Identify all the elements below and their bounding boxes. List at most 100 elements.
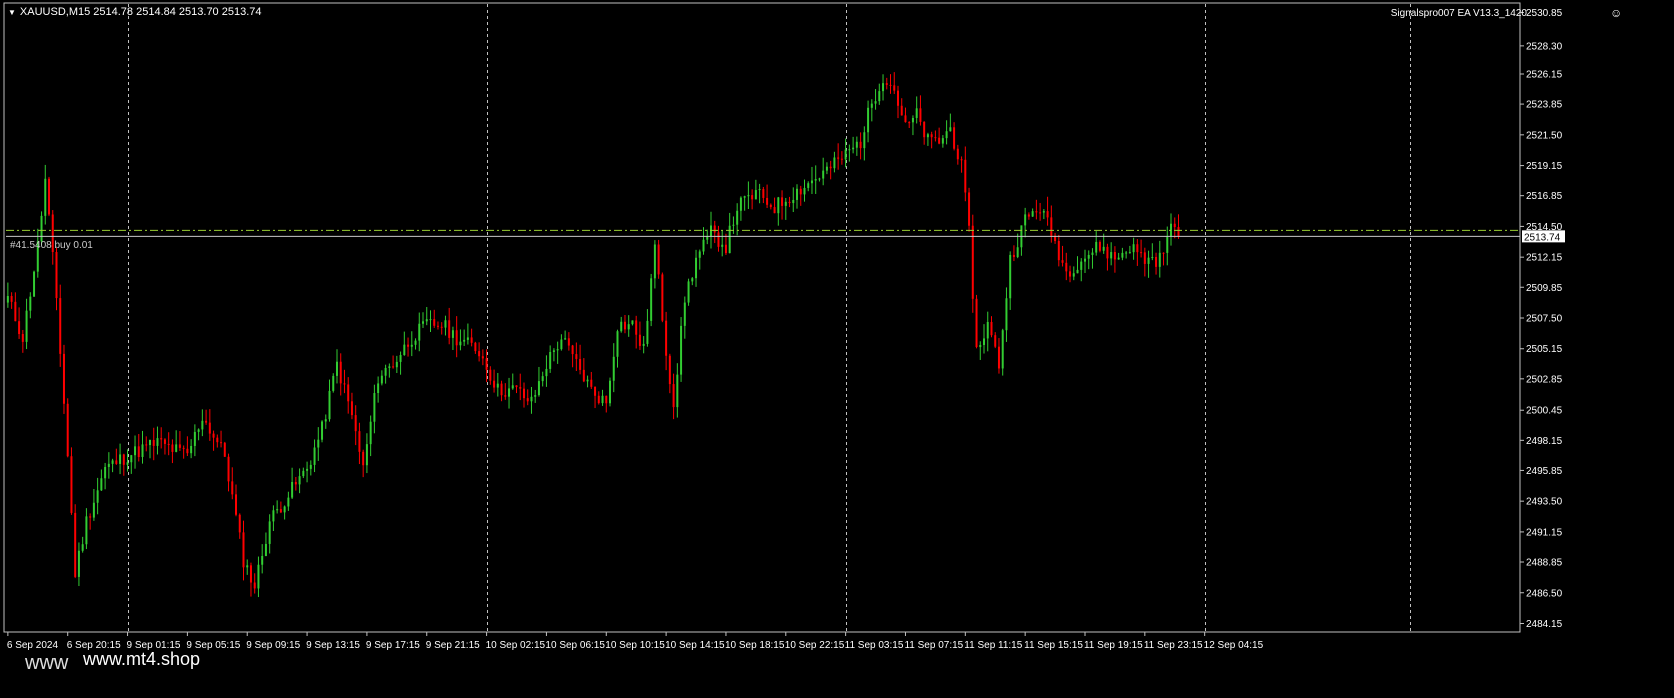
candle-body [680, 325, 683, 375]
candle-body [975, 298, 978, 348]
candle-body [994, 335, 997, 347]
candle-body [560, 339, 563, 350]
y-tick-label: 2488.85 [1526, 558, 1563, 569]
candle-body [575, 354, 578, 359]
candle-body [463, 339, 466, 342]
candle-body [541, 376, 544, 382]
x-tick-label: 10 Sep 14:15 [665, 640, 725, 651]
candle-body [92, 502, 95, 518]
candle-body [470, 337, 473, 343]
candle-body [242, 532, 245, 568]
x-tick-label: 11 Sep 11:15 [964, 640, 1022, 651]
candle-body [530, 396, 533, 402]
candle-body [960, 159, 963, 161]
candle-body [279, 509, 282, 513]
candle-body [758, 189, 761, 191]
candle-body [1113, 252, 1116, 260]
price-chart[interactable]: 2530.85 2528.30 2526.15 2523.85 2521.50 2519.… [0, 0, 1674, 698]
grid-layer [3, 2, 1521, 633]
candle-body [979, 344, 982, 348]
candle-body [739, 197, 742, 211]
candle-body [852, 147, 855, 150]
candle-body [1005, 298, 1008, 331]
candle-body [612, 356, 615, 381]
y-tick-label: 2530.85 [1526, 8, 1563, 19]
candle-body [882, 83, 885, 92]
candle-body [1083, 258, 1086, 262]
candle-body [796, 188, 799, 200]
watermark: www www.mt4.shop [25, 649, 200, 675]
y-tick-label: 2486.50 [1526, 588, 1563, 599]
x-tick-label: 12 Sep 04:15 [1204, 640, 1264, 651]
candle-body [451, 330, 454, 338]
candle-body [81, 544, 84, 551]
candle-body [537, 381, 540, 396]
candle-body [425, 319, 428, 322]
candle-body [1166, 236, 1169, 253]
candle-body [324, 419, 327, 422]
candle-body [564, 338, 567, 340]
candle-body [175, 444, 178, 452]
candle-body [650, 278, 653, 321]
candle-body [1177, 227, 1180, 237]
candle-body [829, 166, 832, 169]
candle-body [1125, 252, 1128, 254]
candle-body [616, 331, 619, 357]
candle-body [208, 422, 211, 434]
candle-body [751, 195, 754, 200]
candle-body [590, 379, 593, 387]
candle-body [623, 321, 626, 330]
candle-body [904, 115, 907, 123]
candle-body [893, 85, 896, 91]
candle-body [276, 509, 279, 511]
candle-body [455, 330, 458, 346]
candle-body [392, 366, 395, 368]
y-tick-label: 2498.15 [1526, 436, 1563, 447]
smiley-icon[interactable]: ☺ [1610, 6, 1622, 20]
candle-body [953, 127, 956, 149]
candle-body [747, 195, 750, 197]
candle-body [822, 170, 825, 179]
chart-window[interactable]: 2530.85 2528.30 2526.15 2523.85 2521.50 2519.… [0, 0, 1674, 698]
candle-body [21, 334, 24, 342]
candle-body [1001, 330, 1004, 369]
candle-body [422, 321, 425, 324]
candle-body [781, 197, 784, 206]
candle-body [885, 83, 888, 85]
triangle-down-icon[interactable]: ▼ [8, 8, 16, 17]
x-tick-label: 11 Sep 07:15 [904, 640, 963, 651]
candle-body [1031, 211, 1034, 217]
candle-body [1057, 240, 1060, 261]
candle-body [930, 134, 933, 138]
candle-body [59, 298, 62, 354]
candle-body [399, 355, 402, 362]
candle-body [66, 403, 69, 457]
candle-body [773, 207, 776, 214]
candle-body [556, 349, 559, 351]
candle-body [1132, 244, 1135, 253]
candle-body [321, 421, 324, 440]
watermark-prefix: www [25, 652, 69, 674]
candle-body [253, 582, 256, 589]
candle-body [724, 244, 727, 254]
candle-body [552, 350, 555, 352]
candle-body [496, 383, 499, 388]
watermark-text: www.mt4.shop [83, 649, 201, 669]
candle-body [840, 158, 843, 160]
candle-body [597, 395, 600, 404]
x-tick-label: 9 Sep 21:15 [426, 640, 480, 651]
candle-body [938, 137, 941, 144]
candle-body [859, 141, 862, 149]
candle-body [62, 353, 65, 404]
candle-body [687, 281, 690, 303]
candle-body [130, 455, 133, 463]
candle-body [238, 514, 241, 533]
candle-body [167, 443, 170, 445]
candle-body [137, 446, 140, 457]
candle-body [328, 390, 331, 420]
candle-body [594, 386, 597, 396]
candle-body [1106, 246, 1109, 259]
candle-body [571, 345, 574, 355]
candle-body [485, 358, 488, 370]
candle-body [889, 84, 892, 86]
